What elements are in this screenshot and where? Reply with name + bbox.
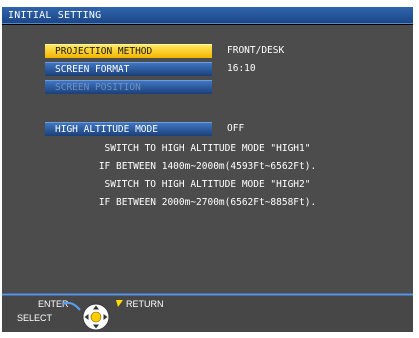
- message-line: SWITCH TO HIGH ALTITUDE MODE "HIGH1": [104, 143, 311, 154]
- menu-item-screen-position: SCREEN POSITION: [45, 80, 212, 94]
- select-label: SELECT: [17, 313, 53, 323]
- menu-item-screen-format[interactable]: SCREEN FORMAT: [45, 62, 212, 76]
- projection-method-value: FRONT/DESK: [227, 45, 285, 56]
- high-altitude-mode-value: OFF: [227, 123, 245, 134]
- menu-title: INITIAL SETTING: [2, 7, 413, 24]
- screen-format-value: 16:10: [227, 63, 256, 74]
- osd-screen: INITIAL SETTING PROJECTION METHOD FRONT/…: [2, 7, 413, 332]
- menu-item-projection-method[interactable]: PROJECTION METHOD: [45, 44, 212, 58]
- return-label: RETURN: [126, 299, 164, 309]
- settings-panel: PROJECTION METHOD FRONT/DESK SCREEN FORM…: [2, 25, 413, 293]
- enter-pointer-line: [61, 301, 81, 311]
- return-arrow-icon: [116, 300, 123, 307]
- message-line: SWITCH TO HIGH ALTITUDE MODE "HIGH2": [104, 179, 311, 190]
- navigation-hint-bar: ENTER SELECT RETURN: [2, 296, 413, 332]
- message-line: IF BETWEEN 2000m~2700m(6562Ft~8858Ft).: [98, 197, 317, 208]
- menu-item-high-altitude-mode[interactable]: HIGH ALTITUDE MODE: [45, 122, 212, 136]
- dpad-center-button: [90, 311, 102, 323]
- remote-control-icon: [61, 300, 123, 331]
- message-line: IF BETWEEN 1400m~2000m(4593Ft~6562Ft).: [98, 161, 317, 172]
